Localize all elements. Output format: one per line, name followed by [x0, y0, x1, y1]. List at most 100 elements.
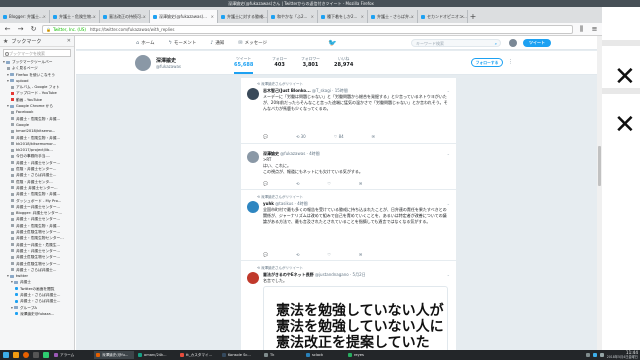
- file-manager-icon[interactable]: [12, 351, 20, 359]
- tweet-author-name[interactable]: 志木智己(Just Blonko...: [263, 88, 311, 93]
- taskbar-window-button[interactable]: 深澤諭史(@fu...: [94, 351, 134, 359]
- chevron-down-icon[interactable]: ⌄: [447, 272, 450, 277]
- clock[interactable]: 11:44 2018年5月4日金曜日: [607, 350, 638, 359]
- mail-icon[interactable]: ✉: [359, 181, 362, 186]
- url-bar[interactable]: 🔒 Twitter, Inc. (US) https://twitter.com/f…: [42, 24, 573, 34]
- heart-icon[interactable]: ♡: [327, 181, 331, 186]
- tweet-avatar[interactable]: [247, 201, 259, 213]
- retweet-action[interactable]: ⟲ 30: [296, 134, 306, 139]
- twitter-search-input[interactable]: キーワード検索 ⌕: [411, 39, 501, 47]
- chevron-down-icon[interactable]: ⌄: [447, 201, 450, 206]
- close-icon[interactable]: ✕: [67, 38, 71, 44]
- chevron-down-icon[interactable]: ⌄: [447, 88, 450, 93]
- folder-icon: [9, 73, 14, 77]
- follow-button[interactable]: フォローする: [471, 58, 503, 67]
- retweet-icon[interactable]: ⟲: [296, 252, 299, 257]
- tab[interactable]: × セカンドオピニオン...: [418, 10, 468, 23]
- profile-avatar[interactable]: [134, 54, 152, 72]
- tab[interactable]: × 弁護士・さらば弁...: [368, 10, 418, 23]
- chevron-down-icon[interactable]: ▾: [7, 79, 9, 83]
- profile-stat[interactable]: いいね 28,974: [334, 56, 353, 68]
- nav-notifications[interactable]: ♪ 通知: [210, 40, 224, 46]
- tab[interactable]: × 深澤諭史(@fukazawas)...: [150, 10, 218, 23]
- tab-close-icon[interactable]: ×: [361, 10, 364, 23]
- nav-messages[interactable]: ✉ メッセージ: [238, 40, 267, 46]
- reply-icon[interactable]: 💬: [263, 181, 268, 186]
- tweet-author-name[interactable]: 深澤諭史: [263, 151, 279, 156]
- tweet-avatar[interactable]: [247, 88, 259, 100]
- bookmark-item[interactable]: 弁護士・危険生物センター...: [0, 235, 74, 241]
- forward-arrow-icon[interactable]: →: [16, 25, 25, 34]
- bookmark-item[interactable]: 深澤諭史@fukaza...: [0, 311, 74, 317]
- tab-close-icon[interactable]: ×: [211, 10, 214, 23]
- back-arrow-icon[interactable]: ←: [3, 25, 12, 34]
- like-action[interactable]: ♡ 84: [334, 134, 344, 139]
- taskbar-window-button[interactable]: tt_カスタマイ...: [178, 351, 218, 359]
- chevron-down-icon[interactable]: ⌄: [447, 151, 450, 156]
- heart-icon[interactable]: ♡: [327, 252, 331, 257]
- taskbar-window-button[interactable]: reyes: [346, 351, 386, 359]
- chevron-down-icon[interactable]: ▾: [11, 280, 13, 284]
- tab[interactable]: × 種下着をしか2...: [318, 10, 368, 23]
- taskbar-window-button[interactable]: omarc/24k...: [136, 351, 176, 359]
- chevron-down-icon[interactable]: ▾: [7, 73, 9, 77]
- desktop-icon[interactable]: [42, 351, 50, 359]
- tweet[interactable]: 深澤諭史 @fukazawas · 4時間 ⌄ >RT はい、これに。 この視点…: [241, 145, 456, 190]
- chevron-down-icon[interactable]: ▾: [11, 306, 13, 310]
- more-icon[interactable]: ⋮: [508, 59, 513, 65]
- terminal-icon[interactable]: [32, 351, 40, 359]
- mail-icon[interactable]: ✉: [372, 134, 375, 139]
- mail-icon[interactable]: ✉: [359, 252, 362, 257]
- twitter-bird-icon[interactable]: 🐦: [328, 39, 337, 47]
- account-avatar[interactable]: [509, 39, 517, 47]
- profile-stat[interactable]: ツイート 65,688: [234, 56, 254, 74]
- tab[interactable]: × 憲法改正の持続可...: [100, 10, 150, 23]
- tab[interactable]: × 弁護士・危険生物...: [50, 10, 100, 23]
- chevron-down-icon[interactable]: ▾: [7, 104, 9, 108]
- tweet-author-name[interactable]: yuhk: [263, 201, 274, 206]
- nav-moments[interactable]: ϟ モーメント: [169, 40, 197, 46]
- reload-icon[interactable]: ↻: [29, 25, 38, 34]
- tab-favicon: [103, 15, 107, 19]
- background-window-titlebar[interactable]: [602, 0, 640, 7]
- taskbar-window-button[interactable]: sclock: [304, 351, 344, 359]
- volume-icon[interactable]: [599, 353, 604, 357]
- search-icon[interactable]: ⌕: [495, 40, 497, 47]
- firefox-icon[interactable]: [22, 351, 30, 359]
- new-tab-icon[interactable]: +: [468, 10, 478, 23]
- profile-stat[interactable]: フォロー 403: [272, 56, 287, 68]
- chevron-down-icon[interactable]: ▾: [7, 274, 9, 278]
- taskbar-window-button[interactable]: Konsole Sc...: [220, 351, 260, 359]
- reply-icon[interactable]: 💬: [263, 134, 268, 139]
- scrollbar-thumb[interactable]: [598, 146, 601, 186]
- tweet-button[interactable]: ツイート: [523, 39, 551, 47]
- tray-icon[interactable]: [585, 353, 590, 357]
- tweet-author-name[interactable]: 憲法がきるのやEネット長野: [263, 272, 314, 277]
- chevron-down-icon[interactable]: ▾: [3, 60, 5, 64]
- taskbar-window-button[interactable]: Tk: [262, 351, 302, 359]
- library-icon[interactable]: ⫼: [577, 25, 586, 34]
- tweet[interactable]: ⟲ 深澤諭史さんがリツイート yuhk @tasikus · 4時間 ⌄ 全国市…: [241, 191, 456, 261]
- profile-name[interactable]: 深澤諭史: [156, 57, 176, 64]
- tweet-image[interactable]: 憲法を勉強していない人が 憲法を勉強していない人に 憲法改正を提案していた: [263, 286, 448, 350]
- nav-home[interactable]: ⌂ ホーム: [136, 40, 155, 46]
- tab-close-icon[interactable]: ×: [43, 10, 46, 23]
- tab[interactable]: × 和やかな「ふ2...: [268, 10, 318, 23]
- sidebar-title[interactable]: ブックマーク: [11, 38, 41, 45]
- reply-icon[interactable]: 💬: [263, 252, 268, 257]
- retweet-icon[interactable]: ⟲: [296, 181, 299, 186]
- tab[interactable]: × Blogger: 弁護士...: [0, 10, 50, 23]
- taskbar-window-button[interactable]: アラーム: [52, 351, 92, 359]
- tab[interactable]: × 弁護士に対する懲戒...: [218, 10, 268, 23]
- tweet[interactable]: ⟲ 深澤諭史さんがリツイート 志木智己(Just Blonko... @T_sk…: [241, 78, 456, 144]
- tweet-avatar[interactable]: [247, 272, 259, 284]
- tab-close-icon[interactable]: ×: [311, 10, 314, 23]
- tweet-avatar[interactable]: [247, 151, 259, 163]
- bookmark-search-input[interactable]: ブックマークを検索: [3, 49, 71, 57]
- app-launcher-icon[interactable]: [2, 351, 10, 359]
- tweet[interactable]: ⟲ 深澤諭史さんがリツイート 憲法がきるのやEネット長野 @justandnag…: [241, 262, 456, 350]
- background-window[interactable]: ✕ ✕: [602, 0, 640, 350]
- profile-stat[interactable]: フォロワー 3,801: [301, 56, 320, 68]
- network-icon[interactable]: [592, 353, 597, 357]
- menu-icon[interactable]: ≡: [590, 25, 599, 34]
